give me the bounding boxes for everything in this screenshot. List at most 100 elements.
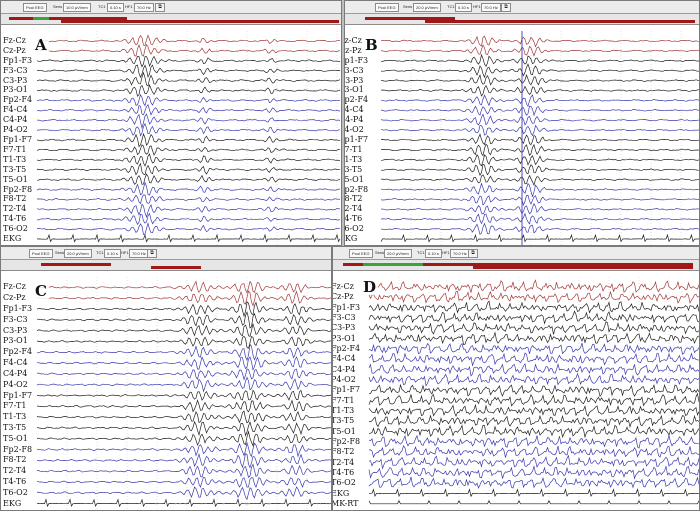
channel-label: T6-O2 bbox=[332, 478, 356, 488]
sens-label: Sens bbox=[375, 250, 385, 255]
hf-label: HF1 bbox=[442, 250, 450, 255]
high-filter-select[interactable]: 70.0 Hz bbox=[129, 249, 149, 258]
eeg-trace bbox=[36, 83, 341, 97]
eeg-trace bbox=[368, 362, 699, 377]
timeline-marker-bar bbox=[473, 266, 693, 269]
eeg-trace bbox=[380, 105, 699, 117]
time-constant-select[interactable]: 0.10 s bbox=[455, 3, 472, 12]
filter-icon[interactable]: ⧉ bbox=[468, 249, 478, 258]
eeg-trace bbox=[36, 162, 341, 176]
channel-label: Cz-Pz bbox=[3, 293, 26, 303]
eeg-trace bbox=[36, 144, 341, 156]
eeg-trace bbox=[368, 383, 699, 398]
sensitivity-select[interactable]: 20.0 µV/mm bbox=[384, 249, 412, 258]
eeg-trace bbox=[36, 194, 341, 205]
channel-label: P3-O1 bbox=[332, 333, 356, 343]
channel-label: F3-C3 bbox=[332, 313, 356, 323]
eeg-trace bbox=[36, 301, 331, 318]
channel-label: C4-P4 bbox=[3, 368, 28, 378]
eeg-trace bbox=[380, 63, 699, 79]
eeg-trace bbox=[368, 342, 699, 355]
eeg-trace bbox=[368, 300, 699, 314]
eeg-trace bbox=[368, 352, 699, 367]
filter-icon[interactable]: ⧉ bbox=[155, 3, 165, 12]
recording-timeline[interactable] bbox=[333, 260, 699, 271]
channel-label: C3-P3 bbox=[3, 75, 28, 85]
filter-icon[interactable]: ⧉ bbox=[147, 249, 157, 258]
channel-label: F8-T2 bbox=[332, 447, 355, 457]
eeg-trace bbox=[368, 279, 699, 293]
panel-toolbar: Pool EEG Sens 20.0 µV/mm TC1 0.10 s HF1 … bbox=[1, 247, 331, 260]
channel-label: T2-T4 bbox=[3, 466, 27, 476]
eeg-trace bbox=[368, 500, 699, 505]
channel-label: T6-O2 bbox=[344, 224, 364, 234]
eeg-trace bbox=[380, 212, 699, 225]
eeg-traces bbox=[368, 277, 699, 510]
sensitivity-select[interactable]: 20.0 µV/mm bbox=[64, 249, 92, 258]
timeline-recording-bar bbox=[151, 266, 201, 269]
channel-label: C4-P4 bbox=[3, 115, 28, 125]
high-filter-select[interactable]: 70.0 Hz bbox=[450, 249, 470, 258]
eeg-trace bbox=[36, 368, 331, 381]
montage-select[interactable]: Pool EEG bbox=[375, 3, 399, 12]
timeline-recording-bar bbox=[61, 20, 339, 23]
eeg-trace bbox=[380, 163, 699, 177]
eeg-trace bbox=[380, 154, 699, 167]
channel-label: EKG bbox=[3, 498, 22, 508]
high-filter-select[interactable]: 70.0 Hz bbox=[134, 3, 154, 12]
channel-label: P3-O1 bbox=[344, 85, 364, 95]
eeg-trace bbox=[36, 203, 341, 219]
filter-icon[interactable]: ⧉ bbox=[501, 3, 511, 12]
eeg-trace bbox=[380, 84, 699, 97]
montage-select[interactable]: Pool EEG bbox=[349, 249, 373, 258]
eeg-trace bbox=[380, 35, 699, 48]
montage-select[interactable]: Pool EEG bbox=[23, 3, 47, 12]
eeg-trace bbox=[36, 399, 331, 413]
time-constant-select[interactable]: 0.10 s bbox=[107, 3, 124, 12]
eeg-trace bbox=[368, 290, 699, 304]
hf-label: HF1 bbox=[121, 250, 129, 255]
channel-label: F3-C3 bbox=[344, 65, 364, 75]
eeg-trace bbox=[380, 182, 699, 198]
channel-label: Fp2-F8 bbox=[332, 436, 361, 446]
sensitivity-select[interactable]: 20.0 µV/mm bbox=[413, 3, 441, 12]
recording-timeline[interactable] bbox=[345, 14, 699, 25]
eeg-trace bbox=[36, 476, 331, 489]
channel-label: Fp2-F4 bbox=[3, 347, 33, 357]
channel-label: MK-RT bbox=[332, 498, 359, 508]
channel-label: F8-T2 bbox=[3, 455, 27, 465]
channel-label: T1-T3 bbox=[3, 154, 27, 164]
eeg-trace bbox=[36, 335, 331, 349]
eeg-trace bbox=[36, 498, 331, 508]
timeline-position-bar bbox=[363, 263, 423, 266]
channel-label: C4-P4 bbox=[332, 364, 356, 374]
channel-label: Fz-Cz bbox=[344, 35, 362, 45]
recording-timeline[interactable] bbox=[1, 14, 341, 25]
eeg-trace bbox=[368, 434, 699, 449]
eeg-trace bbox=[37, 290, 331, 307]
eeg-trace bbox=[36, 486, 331, 501]
eeg-panel-a: Pool EEG Sens 10.0 µV/mm TC1 0.10 s HF1 … bbox=[0, 0, 342, 246]
sensitivity-select[interactable]: 10.0 µV/mm bbox=[63, 3, 91, 12]
eeg-panel-c: Pool EEG Sens 20.0 µV/mm TC1 0.10 s HF1 … bbox=[0, 246, 332, 511]
channel-label: Fp2-F8 bbox=[3, 184, 33, 194]
eeg-trace bbox=[36, 452, 331, 469]
recording-timeline[interactable] bbox=[1, 260, 331, 271]
eeg-trace bbox=[368, 403, 699, 418]
time-constant-select[interactable]: 0.10 s bbox=[104, 249, 121, 258]
eeg-trace bbox=[368, 392, 699, 407]
eeg-trace-area: Fz-CzCz-PzFp1-F3F3-C3C3-P3P3-O1Fp2-F4F4-… bbox=[1, 31, 341, 245]
eeg-trace bbox=[381, 94, 699, 108]
high-filter-select[interactable]: 70.0 Hz bbox=[481, 3, 501, 12]
channel-label: Fp2-F8 bbox=[3, 444, 33, 454]
channel-label: T3-T5 bbox=[3, 422, 27, 432]
channel-label: F7-T1 bbox=[344, 144, 363, 154]
eeg-trace bbox=[37, 463, 331, 478]
channel-label: P4-O2 bbox=[3, 125, 28, 135]
panel-letter: D bbox=[361, 278, 379, 296]
channel-label: T6-O2 bbox=[3, 224, 28, 234]
eeg-trace bbox=[36, 442, 331, 458]
channel-label: T5-O1 bbox=[332, 426, 356, 436]
time-constant-select[interactable]: 0.10 s bbox=[425, 249, 442, 258]
montage-select[interactable]: Pool EEG bbox=[29, 249, 53, 258]
